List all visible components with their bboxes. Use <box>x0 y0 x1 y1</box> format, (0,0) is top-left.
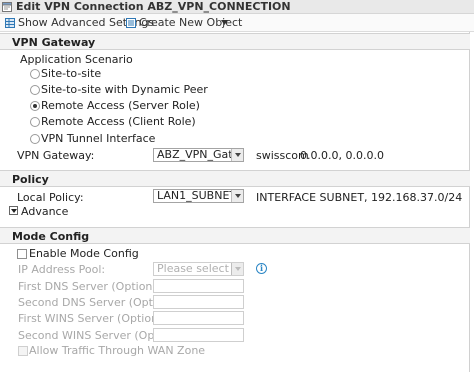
local-policy-select[interactable]: LAN1_SUBNET <box>153 189 244 203</box>
vpn-gateway-section-header: VPN Gateway <box>0 33 470 50</box>
radio-remote-access-client[interactable] <box>30 117 40 127</box>
window-title: Edit VPN Connection ABZ_VPN_CONNECTION <box>16 0 291 13</box>
first-dns-server-input[interactable] <box>153 279 244 293</box>
radio-vpn-tunnel-interface-label[interactable]: VPN Tunnel Interface <box>41 132 155 146</box>
window-titlebar: Edit VPN Connection ABZ_VPN_CONNECTION <box>0 0 474 14</box>
dropdown-arrow-icon <box>221 20 228 25</box>
local-policy-info: INTERFACE SUBNET, 192.168.37.0/24 <box>256 191 463 204</box>
info-icon[interactable]: i <box>256 263 267 274</box>
allow-traffic-wan-label: Allow Traffic Through WAN Zone <box>29 344 206 357</box>
chevron-down-icon <box>231 190 243 202</box>
vpn-gateway-select[interactable]: ABZ_VPN_Gatewa <box>153 148 244 162</box>
ip-address-pool-label: IP Address Pool: <box>18 263 106 276</box>
advance-expander-icon[interactable] <box>9 206 18 215</box>
radio-site-to-site[interactable] <box>30 69 40 79</box>
first-wins-server-input[interactable] <box>153 311 244 325</box>
radio-remote-access-server[interactable] <box>30 101 40 111</box>
enable-mode-config-checkbox[interactable] <box>17 249 27 259</box>
allow-traffic-wan-checkbox[interactable] <box>18 346 28 356</box>
application-scenario-label: Application Scenario <box>20 53 133 66</box>
mode-config-section-header: Mode Config <box>0 227 470 244</box>
create-new-object-button[interactable]: Create New Object <box>126 14 242 32</box>
second-wins-server-input[interactable] <box>153 328 244 342</box>
table-icon <box>5 18 15 28</box>
chevron-down-icon <box>231 149 243 161</box>
dialog-content: VPN Gateway Application Scenario Site-to… <box>0 32 470 372</box>
create-object-icon <box>126 18 136 28</box>
radio-remote-access-client-label[interactable]: Remote Access (Client Role) <box>41 115 196 129</box>
toolbar: Show Advanced Settings Create New Object <box>0 14 474 32</box>
local-policy-select-value: LAN1_SUBNET <box>157 189 237 202</box>
enable-mode-config-label[interactable]: Enable Mode Config <box>29 247 139 261</box>
radio-vpn-tunnel-interface[interactable] <box>30 134 40 144</box>
chevron-down-icon <box>231 263 243 275</box>
ip-address-pool-select[interactable]: Please select one <box>153 262 244 276</box>
local-policy-label: Local Policy: <box>17 191 84 204</box>
second-dns-server-input[interactable] <box>153 295 244 309</box>
vpn-gateway-addresses: 0.0.0.0, 0.0.0.0 <box>300 149 384 162</box>
radio-remote-access-server-label[interactable]: Remote Access (Server Role) <box>41 99 200 113</box>
radio-site-to-site-dynamic-peer[interactable] <box>30 85 40 95</box>
first-dns-server-label: First DNS Server (Optional): <box>18 280 171 293</box>
policy-section-header: Policy <box>0 170 470 187</box>
radio-site-to-site-dynamic-peer-label[interactable]: Site-to-site with Dynamic Peer <box>41 83 208 97</box>
radio-site-to-site-label[interactable]: Site-to-site <box>41 67 101 81</box>
edit-window-icon <box>2 2 12 12</box>
vpn-gateway-label: VPN Gateway: <box>17 149 95 162</box>
advance-label[interactable]: Advance <box>21 205 68 219</box>
